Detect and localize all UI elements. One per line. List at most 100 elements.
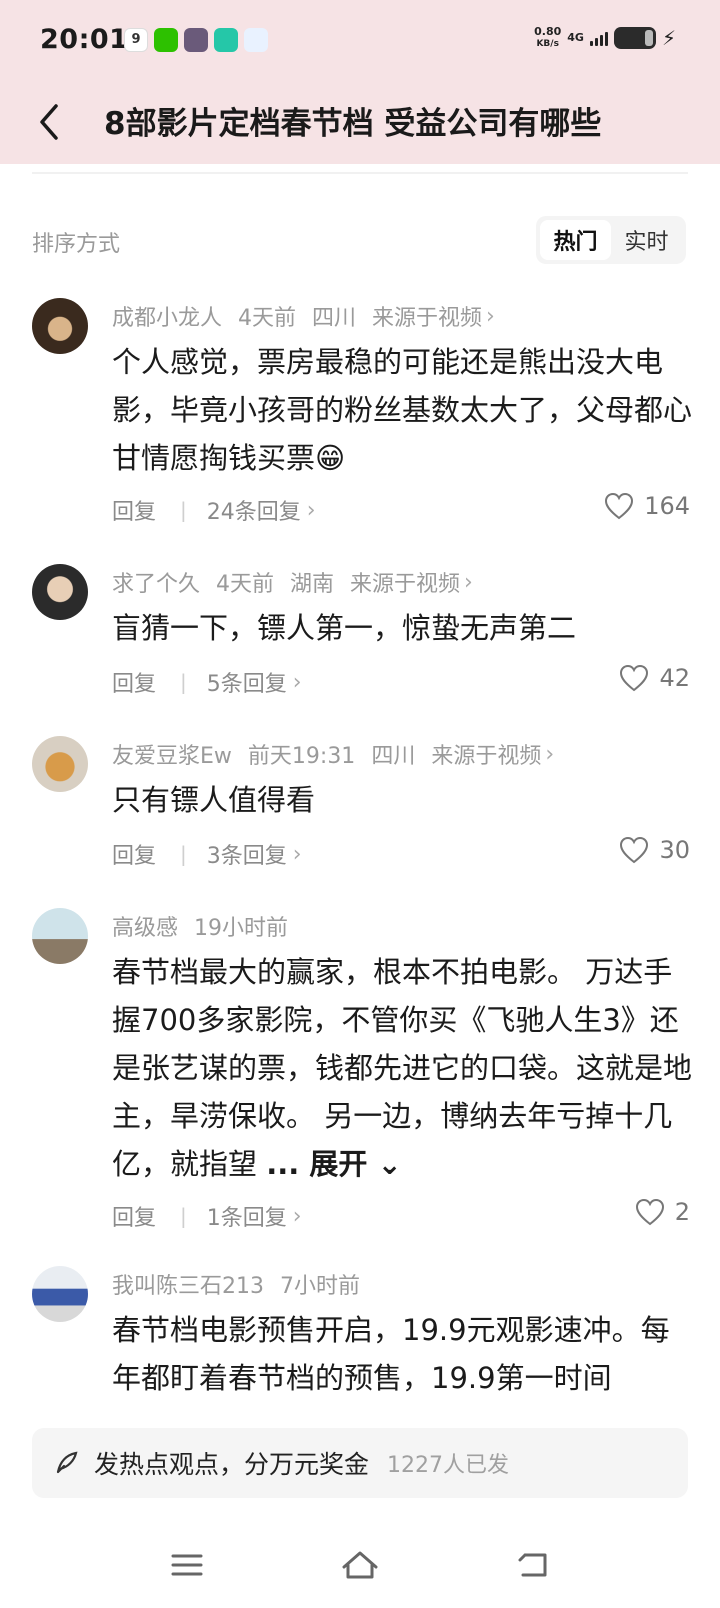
chevron-down-icon: ⌄ bbox=[377, 1147, 402, 1181]
comment-meta: 友爱豆浆Ew 前天19:31 四川 来源于视频 › bbox=[112, 738, 554, 770]
battery-icon bbox=[613, 27, 656, 49]
comment-text: 春节档最大的赢家，根本不拍电影。 万达手握700多家影院，不管你买《飞驰人生3》… bbox=[112, 948, 692, 1188]
comment-text: 春节档电影预售开启，19.9元观影速冲。每年都盯着春节档的预售，19.9第一时间 bbox=[112, 1313, 670, 1395]
heart-icon bbox=[635, 1198, 664, 1226]
shield-app-icon bbox=[214, 28, 238, 52]
sort-latest-tab[interactable]: 实时 bbox=[611, 220, 682, 260]
replies-count: 5条回复 bbox=[206, 672, 287, 697]
comment-time: 4天前 bbox=[238, 306, 297, 331]
heart-icon bbox=[620, 836, 649, 864]
comment-actions: 回复 | 1条回复 › bbox=[112, 1200, 302, 1232]
comment-actions: 回复 | 5条回复 › bbox=[112, 666, 302, 698]
comment-location: 湖南 bbox=[290, 572, 335, 597]
home-icon[interactable] bbox=[330, 1540, 390, 1590]
pen-icon bbox=[56, 1451, 78, 1474]
replies-count: 3条回复 bbox=[206, 844, 287, 869]
view-replies-link[interactable]: 5条回复 › bbox=[207, 666, 302, 698]
comment-time: 前天19:31 bbox=[247, 744, 356, 769]
heart-icon bbox=[620, 664, 649, 692]
reply-button[interactable]: 回复 bbox=[112, 1200, 156, 1232]
comment-input-bar[interactable]: 发热点观点，分万元奖金 1227人已发 bbox=[32, 1428, 688, 1498]
comment-location: 四川 bbox=[371, 744, 416, 769]
expand-button[interactable]: ... 展开 ⌄ bbox=[266, 1147, 402, 1181]
comment-text: 个人感觉，票房最稳的可能还是熊出没大电影，毕竟小孩哥的粉丝基数太大了，父母都心甘… bbox=[112, 345, 693, 475]
page-header: 8部影片定档春节档 受益公司有哪些 bbox=[0, 84, 720, 164]
source-label: 来源于视频 bbox=[431, 744, 542, 769]
comment-meta: 高级感 19小时前 bbox=[112, 910, 288, 942]
view-replies-link[interactable]: 24条回复 › bbox=[207, 494, 316, 526]
like-count: 2 bbox=[674, 1198, 690, 1226]
system-nav-bar bbox=[0, 1530, 720, 1600]
separator: | bbox=[180, 1204, 187, 1228]
view-replies-link[interactable]: 1条回复 › bbox=[207, 1200, 302, 1232]
sort-label: 排序方式 bbox=[32, 232, 121, 257]
heart-icon bbox=[605, 492, 634, 520]
like-button[interactable]: 30 bbox=[619, 836, 690, 864]
separator: | bbox=[180, 670, 187, 694]
source-label: 来源于视频 bbox=[372, 306, 483, 331]
like-button[interactable]: 42 bbox=[619, 664, 690, 692]
comment-time: 7小时前 bbox=[280, 1274, 360, 1299]
source-link[interactable]: 来源于视频 › bbox=[431, 738, 554, 770]
chevron-right-icon: › bbox=[464, 569, 473, 595]
like-button[interactable]: 2 bbox=[635, 1198, 690, 1226]
separator: | bbox=[180, 842, 187, 866]
network-type: 4G bbox=[567, 31, 584, 44]
sort-toggle: 热门 实时 bbox=[536, 216, 686, 264]
sort-hot-tab[interactable]: 热门 bbox=[540, 220, 611, 260]
status-bar: 20:01 9 0.80 KB/s 4G ⚡ bbox=[0, 0, 720, 84]
username[interactable]: 成都小龙人 bbox=[112, 300, 222, 332]
source-link[interactable]: 来源于视频 › bbox=[372, 300, 495, 332]
comment-meta: 成都小龙人 4天前 四川 来源于视频 › bbox=[112, 300, 495, 332]
reply-button[interactable]: 回复 bbox=[112, 838, 156, 870]
status-time: 20:01 bbox=[40, 24, 129, 55]
game-app-icon bbox=[184, 28, 208, 52]
username[interactable]: 求了个久 bbox=[112, 566, 200, 598]
net-speed-value: 0.80 bbox=[534, 25, 562, 38]
avatar[interactable] bbox=[32, 1266, 88, 1322]
username[interactable]: 我叫陈三石213 bbox=[112, 1268, 264, 1300]
wechat-icon bbox=[154, 28, 178, 52]
comment-time: 19小时前 bbox=[194, 916, 289, 941]
comment-text-body: 春节档最大的赢家，根本不拍电影。 万达手握700多家影院，不管你买《飞驰人生3》… bbox=[112, 955, 693, 1181]
username[interactable]: 友爱豆浆Ew bbox=[112, 738, 232, 770]
net-speed: 0.80 KB/s bbox=[534, 26, 561, 50]
replies-count: 1条回复 bbox=[206, 1206, 287, 1231]
separator: | bbox=[180, 498, 187, 522]
like-button[interactable]: 164 bbox=[604, 492, 690, 520]
comment-actions: 回复 | 3条回复 › bbox=[112, 838, 302, 870]
comment-meta: 求了个久 4天前 湖南 来源于视频 › bbox=[112, 566, 473, 598]
view-replies-link[interactable]: 3条回复 › bbox=[207, 838, 302, 870]
chevron-right-icon: › bbox=[292, 1203, 302, 1229]
replies-count: 24条回复 bbox=[206, 500, 301, 525]
net-speed-unit: KB/s bbox=[536, 39, 559, 49]
chevron-right-icon: › bbox=[486, 303, 495, 329]
blue-app-icon bbox=[244, 28, 268, 52]
expand-label: ... 展开 bbox=[266, 1147, 368, 1181]
return-icon[interactable] bbox=[503, 1540, 563, 1590]
avatar[interactable] bbox=[32, 908, 88, 964]
avatar[interactable] bbox=[32, 298, 88, 354]
avatar[interactable] bbox=[32, 564, 88, 620]
calendar-app-icon: 9 bbox=[124, 28, 148, 52]
source-link[interactable]: 来源于视频 › bbox=[350, 566, 473, 598]
like-count: 164 bbox=[644, 492, 690, 520]
signal-icon bbox=[589, 30, 608, 46]
username[interactable]: 高级感 bbox=[112, 910, 178, 942]
like-count: 42 bbox=[659, 664, 690, 692]
divider bbox=[32, 172, 688, 174]
status-indicators: 0.80 KB/s 4G ⚡ bbox=[534, 26, 676, 51]
comment-text: 盲猜一下，镖人第一，惊蛰无声第二 bbox=[112, 611, 577, 645]
comment-actions: 回复 | 24条回复 › bbox=[112, 494, 316, 526]
avatar[interactable] bbox=[32, 736, 88, 792]
back-icon[interactable] bbox=[32, 100, 72, 144]
chevron-right-icon: › bbox=[292, 841, 302, 867]
comment-meta: 我叫陈三石213 7小时前 bbox=[112, 1268, 360, 1300]
comment-time: 4天前 bbox=[216, 572, 275, 597]
page-title: 8部影片定档春节档 受益公司有哪些 bbox=[104, 106, 602, 142]
reply-button[interactable]: 回复 bbox=[112, 666, 156, 698]
reply-button[interactable]: 回复 bbox=[112, 494, 156, 526]
input-prompt: 发热点观点，分万元奖金 bbox=[94, 1450, 370, 1479]
menu-icon[interactable] bbox=[157, 1540, 217, 1590]
chevron-right-icon: › bbox=[292, 669, 302, 695]
